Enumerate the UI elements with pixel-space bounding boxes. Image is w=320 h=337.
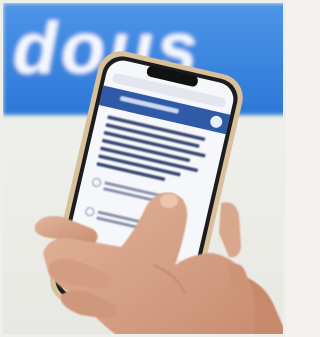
- photo-scene: dous: [3, 3, 283, 334]
- photo-frame: dous: [0, 0, 286, 337]
